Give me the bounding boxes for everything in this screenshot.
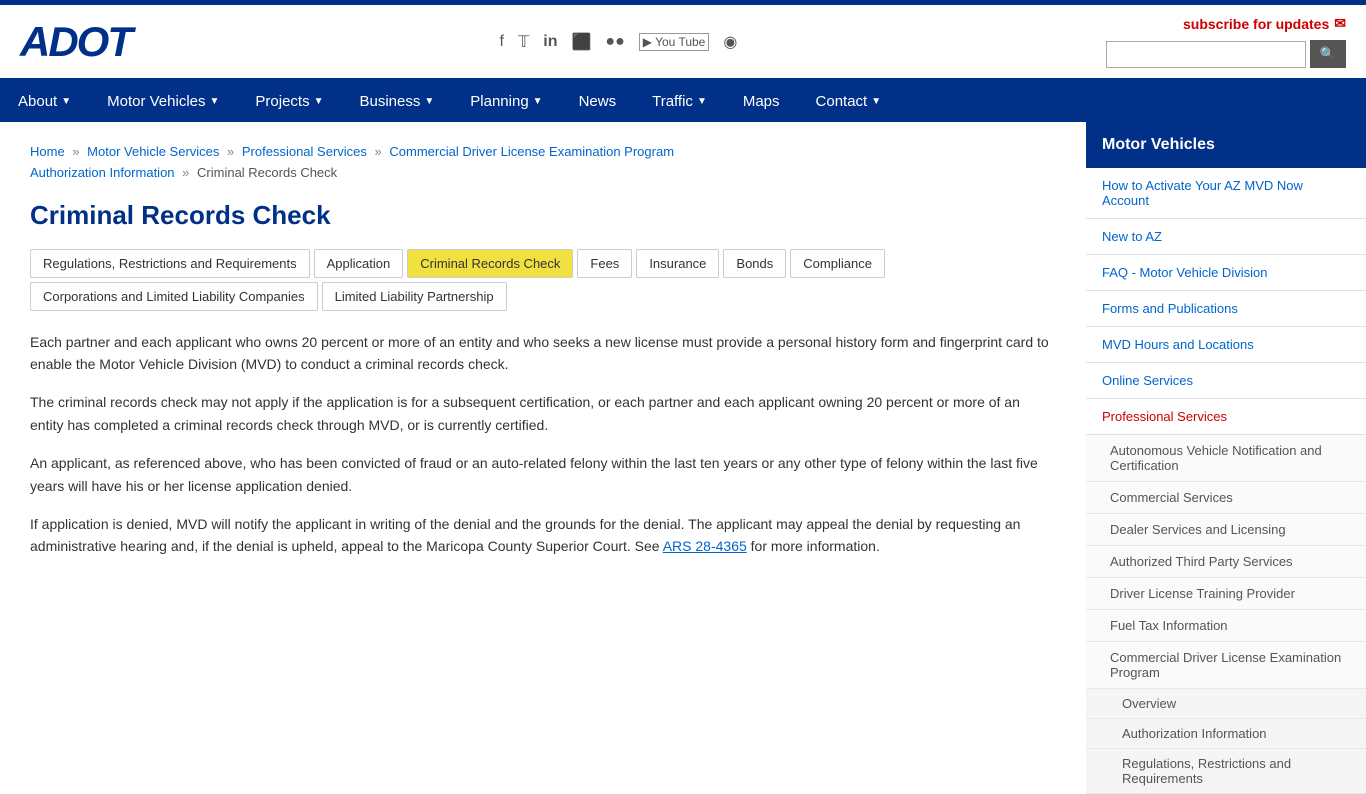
breadcrumb-cdl-program[interactable]: Commercial Driver License Examination Pr… [389,144,674,159]
nav-projects-arrow: ▼ [314,96,324,107]
nav-motor-vehicles[interactable]: Motor Vehicles ▼ [89,81,237,122]
nav-contact-arrow: ▼ [871,96,881,107]
tab-navigation: Regulations, Restrictions and Requiremen… [30,249,1056,311]
social-icons-bar: f 𝕋 in ⬛ ●● ▶ You Tube ◉ [131,32,1106,52]
sidebar-driver-license-training[interactable]: Driver License Training Provider [1086,578,1366,610]
logo[interactable]: ADOT [20,18,131,66]
paragraph-3: An applicant, as referenced above, who h… [30,452,1056,497]
logo-area: ADOT [20,18,131,66]
tab-corporations[interactable]: Corporations and Limited Liability Compa… [30,282,318,311]
tab-fees[interactable]: Fees [577,249,632,278]
top-right: subscribe for updates ✉ 🔍 [1106,15,1346,68]
sidebar-overview[interactable]: Overview [1086,689,1366,719]
nav-planning[interactable]: Planning ▼ [452,81,560,122]
sidebar-activate-mvd[interactable]: How to Activate Your AZ MVD Now Account [1086,168,1366,219]
sidebar-new-to-az[interactable]: New to AZ [1086,219,1366,255]
instagram-icon[interactable]: ⬛ [571,32,591,52]
sidebar-commercial-services[interactable]: Commercial Services [1086,482,1366,514]
tab-bonds[interactable]: Bonds [723,249,786,278]
tab-compliance[interactable]: Compliance [790,249,885,278]
nav-business-arrow: ▼ [424,96,434,107]
flickr-icon[interactable]: ●● [605,33,624,51]
sidebar-autonomous-vehicle[interactable]: Autonomous Vehicle Notification and Cert… [1086,435,1366,482]
content-wrapper: Home » Motor Vehicle Services » Professi… [0,122,1366,794]
sidebar-forms[interactable]: Forms and Publications [1086,291,1366,327]
body-text: Each partner and each applicant who owns… [30,331,1056,558]
sidebar: Motor Vehicles How to Activate Your AZ M… [1086,122,1366,794]
tab-regulations[interactable]: Regulations, Restrictions and Requiremen… [30,249,310,278]
nav-projects[interactable]: Projects ▼ [237,81,341,122]
search-row: 🔍 [1106,40,1346,68]
sidebar-online-services[interactable]: Online Services [1086,363,1366,399]
sidebar-hours-locations[interactable]: MVD Hours and Locations [1086,327,1366,363]
subscribe-link[interactable]: subscribe for updates ✉ [1183,15,1346,32]
nav-maps[interactable]: Maps [725,81,798,122]
nav-planning-arrow: ▼ [533,96,543,107]
nav-motor-vehicles-arrow: ▼ [210,96,220,107]
page-title: Criminal Records Check [30,200,1056,231]
search-input[interactable] [1106,41,1306,68]
sidebar-authorization-info[interactable]: Authorization Information [1086,719,1366,749]
paragraph-4: If application is denied, MVD will notif… [30,513,1056,558]
breadcrumb-professional-services[interactable]: Professional Services [242,144,367,159]
nav-bar: About ▼ Motor Vehicles ▼ Projects ▼ Busi… [0,81,1366,122]
main-content: Home » Motor Vehicle Services » Professi… [0,122,1086,794]
sidebar-dealer-services[interactable]: Dealer Services and Licensing [1086,514,1366,546]
nav-about[interactable]: About ▼ [0,81,89,122]
sidebar-cdl-program[interactable]: Commercial Driver License Examination Pr… [1086,642,1366,689]
nav-traffic[interactable]: Traffic ▼ [634,81,725,122]
search-button[interactable]: 🔍 [1310,40,1346,68]
sidebar-authorized-third-party[interactable]: Authorized Third Party Services [1086,546,1366,578]
breadcrumb-authorization-info[interactable]: Authorization Information [30,165,175,180]
top-bar: ADOT f 𝕋 in ⬛ ●● ▶ You Tube ◉ subscribe … [0,5,1366,81]
tab-application[interactable]: Application [314,249,404,278]
nav-business[interactable]: Business ▼ [342,81,453,122]
ars-link[interactable]: ARS 28-4365 [663,538,747,554]
breadcrumb-current: Criminal Records Check [197,165,337,180]
nav-contact[interactable]: Contact ▼ [798,81,900,122]
breadcrumb: Home » Motor Vehicle Services » Professi… [30,142,1056,184]
tab-criminal-records-check[interactable]: Criminal Records Check [407,249,573,278]
linkedin-icon[interactable]: in [543,33,557,51]
mail-icon: ✉ [1334,15,1346,32]
breadcrumb-motor-vehicle-services[interactable]: Motor Vehicle Services [87,144,219,159]
sidebar-professional-services[interactable]: Professional Services [1086,399,1366,435]
sidebar-fuel-tax[interactable]: Fuel Tax Information [1086,610,1366,642]
youtube-icon[interactable]: ▶ You Tube [639,33,710,51]
nav-about-arrow: ▼ [61,96,71,107]
sidebar-regulations[interactable]: Regulations, Restrictions and Requiremen… [1086,749,1366,794]
breadcrumb-home[interactable]: Home [30,144,65,159]
nav-traffic-arrow: ▼ [697,96,707,107]
rss-icon[interactable]: ◉ [723,32,737,52]
tab-llp[interactable]: Limited Liability Partnership [322,282,507,311]
facebook-icon[interactable]: f [499,33,503,51]
paragraph-2: The criminal records check may not apply… [30,391,1056,436]
twitter-icon[interactable]: 𝕋 [518,32,529,52]
sidebar-header: Motor Vehicles [1086,122,1366,168]
tab-insurance[interactable]: Insurance [636,249,719,278]
sidebar-faq[interactable]: FAQ - Motor Vehicle Division [1086,255,1366,291]
paragraph-1: Each partner and each applicant who owns… [30,331,1056,376]
nav-news[interactable]: News [561,81,635,122]
